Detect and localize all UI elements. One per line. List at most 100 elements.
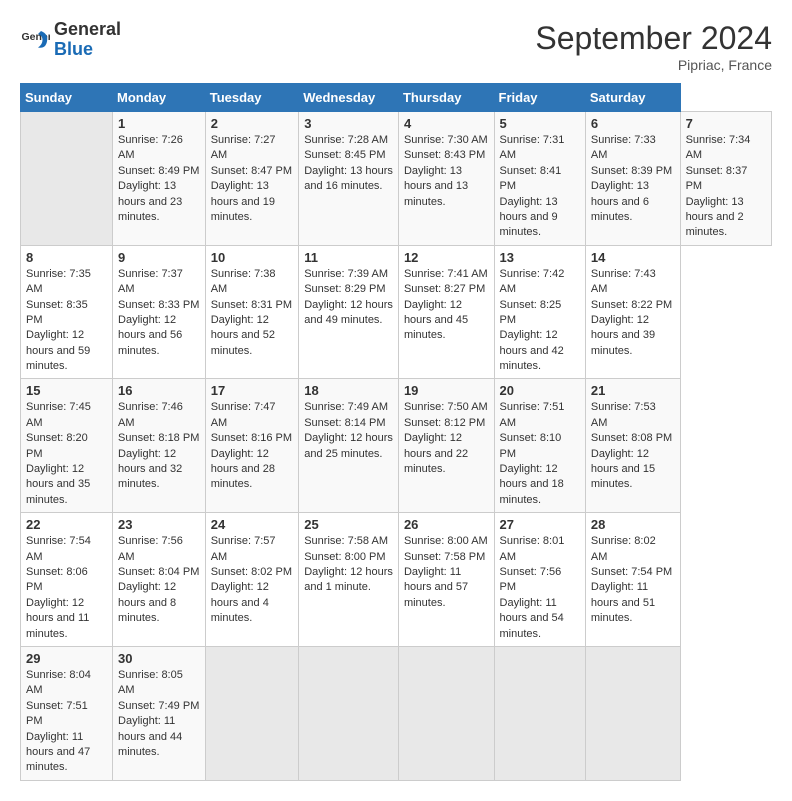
- day-number: 6: [591, 116, 675, 131]
- day-number: 1: [118, 116, 200, 131]
- day-info: Sunrise: 7:37 AMSunset: 8:33 PMDaylight:…: [118, 267, 200, 359]
- day-info: Sunrise: 7:57 AMSunset: 8:02 PMDaylight:…: [211, 534, 294, 626]
- day-info: Sunrise: 7:38 AMSunset: 8:31 PMDaylight:…: [211, 267, 294, 359]
- calendar-cell: 2 Sunrise: 7:27 AMSunset: 8:47 PMDaylight…: [205, 112, 299, 246]
- calendar-cell: 16Sunrise: 7:46 AMSunset: 8:18 PMDayligh…: [113, 379, 206, 513]
- day-number: 29: [26, 651, 107, 666]
- day-info: Sunrise: 7:39 AMSunset: 8:29 PMDaylight:…: [304, 267, 393, 329]
- calendar-cell: 13 Sunrise: 7:42 AMSunset: 8:25 PMDayligh…: [494, 245, 585, 379]
- day-number: 5: [500, 116, 580, 131]
- day-number: 18: [304, 383, 393, 398]
- logo: General General Blue: [20, 20, 121, 60]
- calendar-cell: 22Sunrise: 7:54 AMSunset: 8:06 PMDayligh…: [21, 513, 113, 647]
- day-number: 13: [500, 250, 580, 265]
- day-number: 9: [118, 250, 200, 265]
- day-info: Sunrise: 7:51 AMSunset: 8:10 PMDaylight:…: [500, 400, 580, 508]
- day-info: Sunrise: 7:33 AMSunset: 8:39 PMDaylight:…: [591, 133, 675, 225]
- day-info: Sunrise: 7:34 AMSunset: 8:37 PMDaylight:…: [686, 133, 766, 241]
- calendar-cell: [494, 646, 585, 780]
- day-number: 19: [404, 383, 489, 398]
- day-number: 12: [404, 250, 489, 265]
- day-info: Sunrise: 8:01 AMSunset: 7:56 PMDaylight:…: [500, 534, 580, 642]
- calendar-cell: 18 Sunrise: 7:49 AMSunset: 8:14 PMDayligh…: [299, 379, 399, 513]
- day-number: 2: [211, 116, 294, 131]
- calendar-cell: 1 Sunrise: 7:26 AMSunset: 8:49 PMDaylight…: [113, 112, 206, 246]
- day-number: 14: [591, 250, 675, 265]
- calendar-cell: 15Sunrise: 7:45 AMSunset: 8:20 PMDayligh…: [21, 379, 113, 513]
- week-row-5: 29 Sunrise: 8:04 AMSunset: 7:51 PMDayligh…: [21, 646, 772, 780]
- day-info: Sunrise: 7:47 AMSunset: 8:16 PMDaylight:…: [211, 400, 294, 492]
- day-number: 15: [26, 383, 107, 398]
- logo-icon: General: [20, 25, 50, 55]
- calendar-cell: 14 Sunrise: 7:43 AMSunset: 8:22 PMDayligh…: [585, 245, 680, 379]
- day-info: Sunrise: 7:27 AMSunset: 8:47 PMDaylight:…: [211, 133, 294, 225]
- calendar-cell: 5 Sunrise: 7:31 AMSunset: 8:41 PMDaylight…: [494, 112, 585, 246]
- day-header-friday: Friday: [494, 84, 585, 112]
- week-row-4: 22Sunrise: 7:54 AMSunset: 8:06 PMDayligh…: [21, 513, 772, 647]
- day-info: Sunrise: 7:28 AMSunset: 8:45 PMDaylight:…: [304, 133, 393, 195]
- calendar-cell: [21, 112, 113, 246]
- day-number: 7: [686, 116, 766, 131]
- day-info: Sunrise: 7:54 AMSunset: 8:06 PMDaylight:…: [26, 534, 107, 642]
- calendar-table: SundayMondayTuesdayWednesdayThursdayFrid…: [20, 83, 772, 781]
- day-number: 28: [591, 517, 675, 532]
- page-header: General General Blue September 2024 Pipr…: [20, 20, 772, 73]
- calendar-cell: 4 Sunrise: 7:30 AMSunset: 8:43 PMDaylight…: [398, 112, 494, 246]
- day-header-monday: Monday: [113, 84, 206, 112]
- calendar-cell: 12Sunrise: 7:41 AMSunset: 8:27 PMDayligh…: [398, 245, 494, 379]
- day-number: 24: [211, 517, 294, 532]
- day-info: Sunrise: 8:05 AMSunset: 7:49 PMDaylight:…: [118, 668, 200, 760]
- day-number: 20: [500, 383, 580, 398]
- logo-text: General Blue: [54, 20, 121, 60]
- calendar-cell: [585, 646, 680, 780]
- day-info: Sunrise: 7:43 AMSunset: 8:22 PMDaylight:…: [591, 267, 675, 359]
- day-number: 11: [304, 250, 393, 265]
- day-number: 4: [404, 116, 489, 131]
- calendar-cell: 21Sunrise: 7:53 AMSunset: 8:08 PMDayligh…: [585, 379, 680, 513]
- calendar-cell: 23Sunrise: 7:56 AMSunset: 8:04 PMDayligh…: [113, 513, 206, 647]
- calendar-cell: 25 Sunrise: 7:58 AMSunset: 8:00 PMDayligh…: [299, 513, 399, 647]
- week-row-2: 8 Sunrise: 7:35 AMSunset: 8:35 PMDaylight…: [21, 245, 772, 379]
- calendar-cell: 24 Sunrise: 7:57 AMSunset: 8:02 PMDayligh…: [205, 513, 299, 647]
- day-info: Sunrise: 7:42 AMSunset: 8:25 PMDaylight:…: [500, 267, 580, 375]
- day-number: 10: [211, 250, 294, 265]
- day-header-tuesday: Tuesday: [205, 84, 299, 112]
- day-number: 25: [304, 517, 393, 532]
- day-number: 30: [118, 651, 200, 666]
- day-number: 3: [304, 116, 393, 131]
- day-header-thursday: Thursday: [398, 84, 494, 112]
- week-row-3: 15Sunrise: 7:45 AMSunset: 8:20 PMDayligh…: [21, 379, 772, 513]
- day-header-saturday: Saturday: [585, 84, 680, 112]
- day-info: Sunrise: 8:04 AMSunset: 7:51 PMDaylight:…: [26, 668, 107, 776]
- day-info: Sunrise: 7:50 AMSunset: 8:12 PMDaylight:…: [404, 400, 489, 477]
- day-info: Sunrise: 7:53 AMSunset: 8:08 PMDaylight:…: [591, 400, 675, 492]
- day-info: Sunrise: 7:56 AMSunset: 8:04 PMDaylight:…: [118, 534, 200, 626]
- week-row-1: 1 Sunrise: 7:26 AMSunset: 8:49 PMDaylight…: [21, 112, 772, 246]
- day-header-wednesday: Wednesday: [299, 84, 399, 112]
- calendar-cell: 10 Sunrise: 7:38 AMSunset: 8:31 PMDayligh…: [205, 245, 299, 379]
- calendar-cell: 28 Sunrise: 8:02 AMSunset: 7:54 PMDayligh…: [585, 513, 680, 647]
- day-number: 27: [500, 517, 580, 532]
- calendar-cell: 29 Sunrise: 8:04 AMSunset: 7:51 PMDayligh…: [21, 646, 113, 780]
- calendar-cell: 3 Sunrise: 7:28 AMSunset: 8:45 PMDaylight…: [299, 112, 399, 246]
- day-info: Sunrise: 7:31 AMSunset: 8:41 PMDaylight:…: [500, 133, 580, 241]
- calendar-cell: 8 Sunrise: 7:35 AMSunset: 8:35 PMDaylight…: [21, 245, 113, 379]
- calendar-cell: 20 Sunrise: 7:51 AMSunset: 8:10 PMDayligh…: [494, 379, 585, 513]
- day-info: Sunrise: 8:00 AMSunset: 7:58 PMDaylight:…: [404, 534, 489, 611]
- day-info: Sunrise: 8:02 AMSunset: 7:54 PMDaylight:…: [591, 534, 675, 626]
- day-number: 16: [118, 383, 200, 398]
- calendar-cell: 30 Sunrise: 8:05 AMSunset: 7:49 PMDayligh…: [113, 646, 206, 780]
- calendar-cell: [299, 646, 399, 780]
- calendar-cell: 19 Sunrise: 7:50 AMSunset: 8:12 PMDayligh…: [398, 379, 494, 513]
- day-info: Sunrise: 7:30 AMSunset: 8:43 PMDaylight:…: [404, 133, 489, 210]
- days-header-row: SundayMondayTuesdayWednesdayThursdayFrid…: [21, 84, 772, 112]
- day-number: 8: [26, 250, 107, 265]
- month-title: September 2024: [535, 20, 772, 57]
- day-info: Sunrise: 7:58 AMSunset: 8:00 PMDaylight:…: [304, 534, 393, 596]
- calendar-cell: 7 Sunrise: 7:34 AMSunset: 8:37 PMDaylight…: [680, 112, 771, 246]
- day-number: 17: [211, 383, 294, 398]
- day-info: Sunrise: 7:26 AMSunset: 8:49 PMDaylight:…: [118, 133, 200, 225]
- day-info: Sunrise: 7:35 AMSunset: 8:35 PMDaylight:…: [26, 267, 107, 375]
- day-info: Sunrise: 7:49 AMSunset: 8:14 PMDaylight:…: [304, 400, 393, 462]
- calendar-cell: 11 Sunrise: 7:39 AMSunset: 8:29 PMDayligh…: [299, 245, 399, 379]
